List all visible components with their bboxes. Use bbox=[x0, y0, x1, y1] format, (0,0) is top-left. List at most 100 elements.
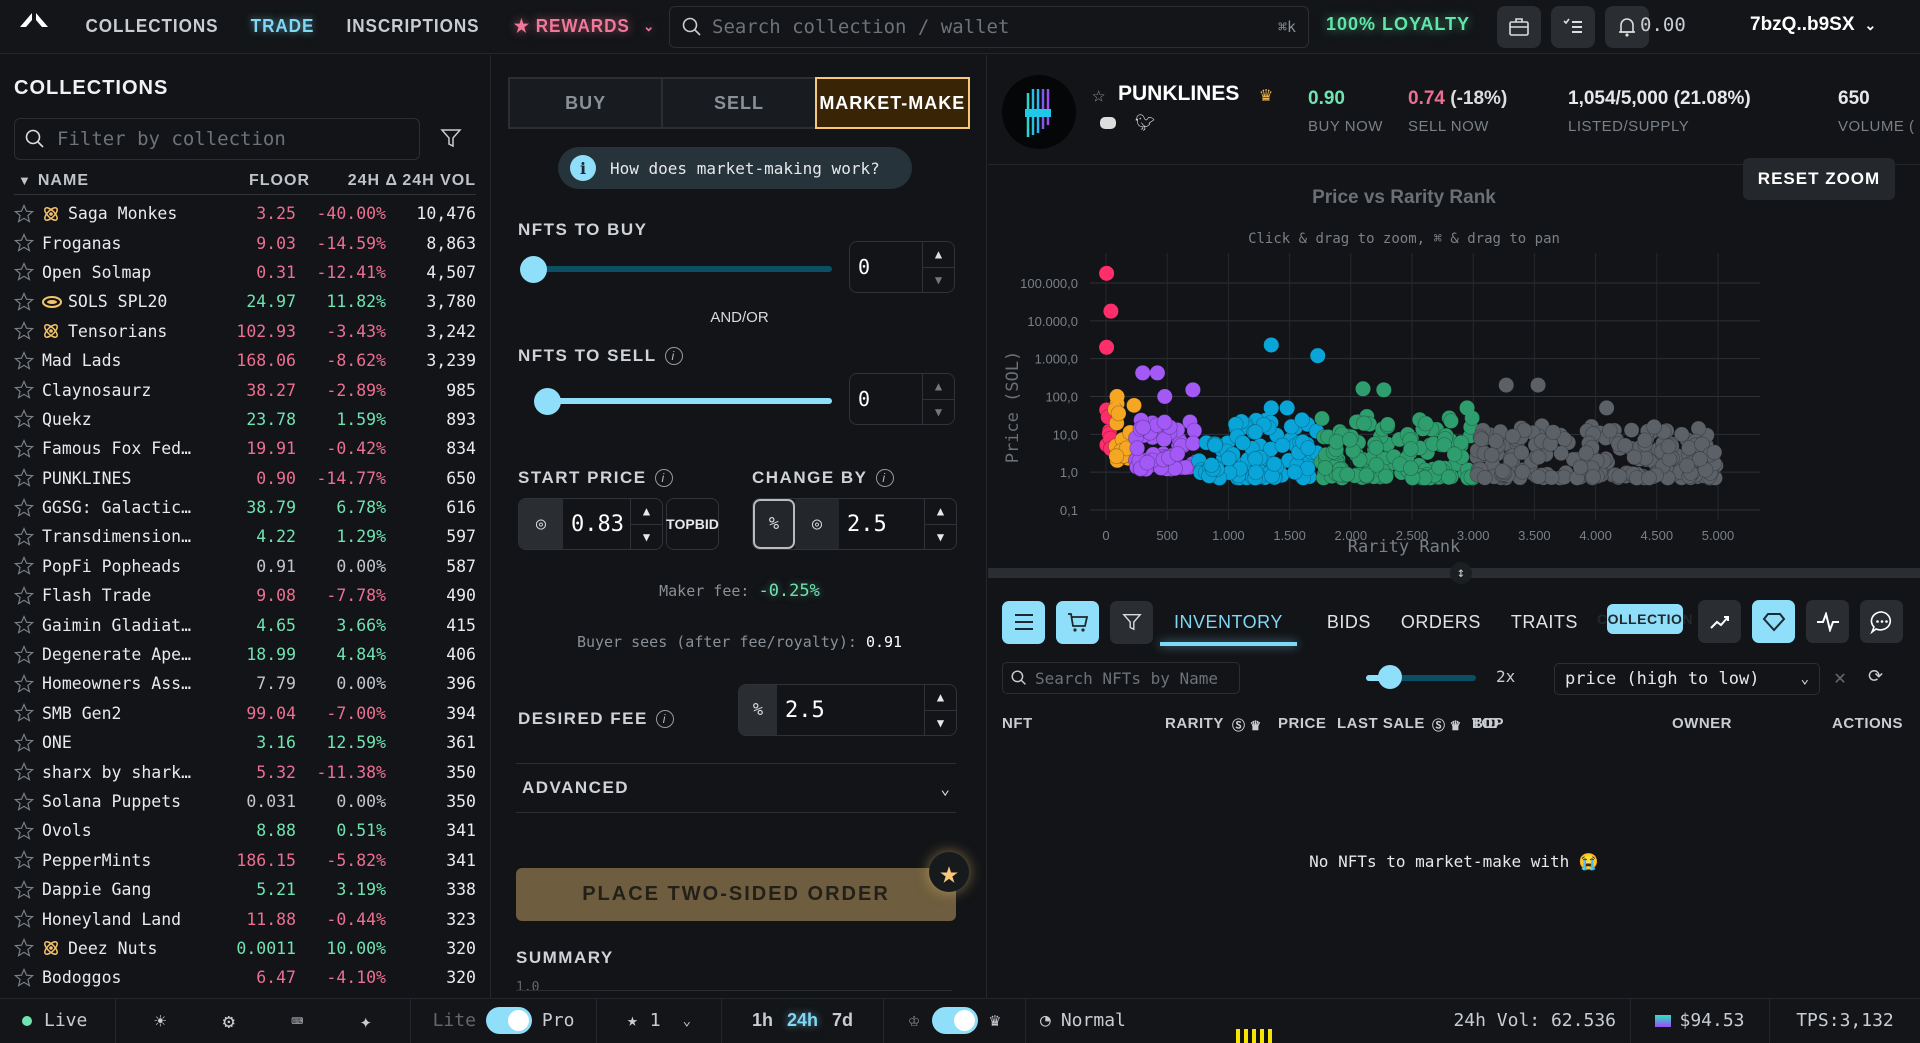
favorite-star-icon[interactable] bbox=[14, 703, 36, 723]
market-making-help-link[interactable]: i How does market-making work? bbox=[558, 147, 912, 189]
decrement-icon[interactable]: ▼ bbox=[925, 709, 956, 736]
desired-fee-input[interactable]: % 2.5 ▲ ▼ bbox=[738, 684, 957, 736]
reset-zoom-button[interactable]: RESET ZOOM bbox=[1743, 158, 1895, 200]
collection-row[interactable]: Flash Trade 9.08 -7.78% 490 bbox=[14, 581, 476, 610]
collection-row[interactable]: SOLS SPL20 24.97 11.82% 3,780 bbox=[14, 287, 476, 316]
collection-row[interactable]: Homeowners Ass… 7.79 0.00% 396 bbox=[14, 669, 476, 698]
cart-button[interactable] bbox=[1056, 600, 1099, 644]
collection-row[interactable]: PepperMints 186.15 -5.82% 341 bbox=[14, 846, 476, 875]
collection-row[interactable]: Quekz 23.78 1.59% 893 bbox=[14, 405, 476, 434]
decrement-icon[interactable]: ▼ bbox=[925, 523, 956, 550]
favorite-star-icon[interactable] bbox=[14, 791, 36, 812]
advanced-toggle[interactable]: ADVANCED ⌄ bbox=[516, 763, 956, 813]
favorite-star-icon[interactable] bbox=[14, 468, 36, 488]
favorite-star-icon[interactable] bbox=[14, 732, 36, 753]
gear-icon[interactable]: ⚙ bbox=[223, 1009, 235, 1033]
col-price[interactable]: PRICE bbox=[1278, 715, 1326, 732]
tasks-button[interactable] bbox=[1551, 6, 1595, 48]
clear-filters-icon[interactable]: ✕ bbox=[1834, 665, 1846, 689]
decrement-icon[interactable]: ▼ bbox=[631, 523, 662, 550]
timeframe-24h[interactable]: 24h bbox=[787, 1010, 818, 1031]
collection-row[interactable]: sharx by shark… 5.32 -11.38% 350 bbox=[14, 757, 476, 786]
col-last-sale[interactable]: LAST SALE bbox=[1337, 715, 1425, 732]
crown-toggle[interactable]: ♔ ♛ bbox=[884, 998, 1026, 1043]
change-by-value[interactable]: 2.5 bbox=[839, 499, 924, 549]
start-price-value[interactable]: 0.83 bbox=[563, 499, 630, 549]
timeframe-7d[interactable]: 7d bbox=[832, 1010, 853, 1031]
sort-desc-icon[interactable]: ▼ bbox=[18, 173, 32, 188]
col-floor[interactable]: FLOOR bbox=[240, 172, 310, 190]
collection-row[interactable]: Dappie Gang 5.21 3.19% 338 bbox=[14, 875, 476, 904]
collection-row[interactable]: Gaimin Gladiat… 4.65 3.66% 415 bbox=[14, 610, 476, 639]
resize-handle-icon[interactable]: ↕ bbox=[1450, 562, 1472, 584]
collection-row[interactable]: GGSG: Galactic… 38.79 6.78% 616 bbox=[14, 493, 476, 522]
buy-now-value[interactable]: 0.90 bbox=[1308, 88, 1345, 110]
favorite-star-icon[interactable] bbox=[14, 967, 36, 988]
favorite-star-icon[interactable] bbox=[14, 644, 36, 665]
nfts-to-buy-slider-handle[interactable] bbox=[520, 256, 547, 283]
collection-row[interactable]: Bodoggos 6.47 -4.10% 320 bbox=[14, 963, 476, 992]
chat-button[interactable] bbox=[1860, 600, 1903, 643]
timeframe-1h[interactable]: 1h bbox=[752, 1010, 773, 1031]
col-owner[interactable]: OWNER bbox=[1672, 715, 1732, 732]
collection-row[interactable]: Deez Nuts 0.0011 10.00% 320 bbox=[14, 934, 476, 963]
favorite-star-icon[interactable] bbox=[14, 380, 36, 400]
tab-bids[interactable]: BIDS bbox=[1327, 600, 1371, 644]
percent-mode-button[interactable]: % bbox=[753, 499, 795, 549]
mode-toggle[interactable] bbox=[485, 1007, 532, 1034]
favorite-star-icon[interactable] bbox=[14, 526, 36, 547]
discord-icon[interactable] bbox=[1100, 117, 1116, 129]
collection-row[interactable]: Froganas 9.03 -14.59% 8,863 bbox=[14, 228, 476, 257]
increment-icon[interactable]: ▲ bbox=[631, 499, 662, 524]
collection-row[interactable]: SMB Gen2 99.04 -7.00% 394 bbox=[14, 699, 476, 728]
favorite-star-icon[interactable] bbox=[14, 938, 36, 958]
nav-trade[interactable]: TRADE bbox=[251, 16, 315, 37]
collection-row[interactable]: Transdimension… 4.22 1.29% 597 bbox=[14, 522, 476, 551]
favorite-star-icon[interactable] bbox=[14, 673, 36, 694]
scatter-plot[interactable]: Price vs Rarity Rank Click & drag to zoom… bbox=[988, 167, 1920, 567]
favorite-star-icon[interactable] bbox=[14, 820, 36, 841]
col-name[interactable]: NAME bbox=[38, 172, 240, 190]
place-two-sided-order-button[interactable]: PLACE TWO-SIDED ORDER bbox=[516, 868, 956, 921]
info-icon[interactable]: i bbox=[655, 710, 674, 728]
favorite-star-icon[interactable] bbox=[14, 203, 36, 224]
collection-row[interactable]: Open Solmap 0.31 -12.41% 4,507 bbox=[14, 258, 476, 287]
price-rarity-chart[interactable]: Price vs Rarity Rank Click & drag to zoom… bbox=[988, 167, 1920, 567]
nfts-to-buy-slider[interactable] bbox=[532, 266, 832, 272]
favorite-star-icon[interactable] bbox=[14, 233, 36, 253]
collection-row[interactable]: Solana Puppets 0.031 0.00% 350 bbox=[14, 787, 476, 816]
top-bid-button[interactable]: TOP BID bbox=[666, 498, 719, 550]
collection-row[interactable]: Honeyland Land 11.88 -0.44% 323 bbox=[14, 904, 476, 933]
collection-row[interactable]: Tensorians 102.93 -3.43% 3,242 bbox=[14, 317, 476, 346]
nfts-to-buy-value[interactable]: 0 bbox=[850, 242, 922, 292]
favorite-star-icon[interactable] bbox=[14, 262, 36, 282]
favorite-star-icon[interactable] bbox=[14, 879, 36, 900]
tab-orders[interactable]: ORDERS bbox=[1401, 600, 1481, 644]
nfts-to-sell-slider-handle[interactable] bbox=[534, 388, 561, 415]
favorite-star-icon[interactable] bbox=[14, 909, 36, 929]
change-by-input[interactable]: % ◎ 2.5 ▲ ▼ bbox=[752, 498, 957, 550]
live-indicator[interactable]: Live bbox=[0, 998, 116, 1043]
trend-chart-button[interactable] bbox=[1698, 600, 1741, 643]
info-icon[interactable]: i bbox=[875, 469, 894, 487]
increment-icon[interactable]: ▲ bbox=[925, 499, 956, 524]
collection-row[interactable]: Ovols 8.88 0.51% 341 bbox=[14, 816, 476, 845]
desired-fee-value[interactable]: 2.5 bbox=[777, 685, 924, 735]
favorite-star-icon[interactable] bbox=[14, 762, 36, 782]
nav-rewards[interactable]: ★ REWARDS ⌄ bbox=[514, 16, 655, 37]
collection-row[interactable]: PUNKLINES 0.90 -14.77% 650 bbox=[14, 464, 476, 493]
favorite-star-icon[interactable] bbox=[14, 350, 36, 371]
collection-row[interactable]: Claynosaurz 38.27 -2.89% 985 bbox=[14, 375, 476, 404]
sparkles-icon[interactable]: ✦ bbox=[360, 1009, 372, 1033]
nft-search-input[interactable]: Search NFTs by Name bbox=[1002, 662, 1240, 694]
favorites-selector[interactable]: ★ 1 ⌄ bbox=[597, 998, 722, 1043]
collection-row[interactable]: Degenerate Ape… 18.99 4.84% 406 bbox=[14, 640, 476, 669]
sun-icon[interactable]: ☀ bbox=[154, 1009, 166, 1033]
sell-now-stat[interactable]: 0.74 (-18%) bbox=[1408, 88, 1507, 110]
rarity-chart-button[interactable] bbox=[1752, 600, 1795, 643]
increment-icon[interactable]: ▲ bbox=[923, 242, 954, 267]
col-volume[interactable]: 24H VOL bbox=[398, 172, 476, 190]
twitter-icon[interactable]: 🐦︎ bbox=[1135, 113, 1155, 132]
refresh-icon[interactable]: ⟳ bbox=[1868, 666, 1883, 687]
decrement-icon[interactable]: ▼ bbox=[923, 266, 954, 293]
